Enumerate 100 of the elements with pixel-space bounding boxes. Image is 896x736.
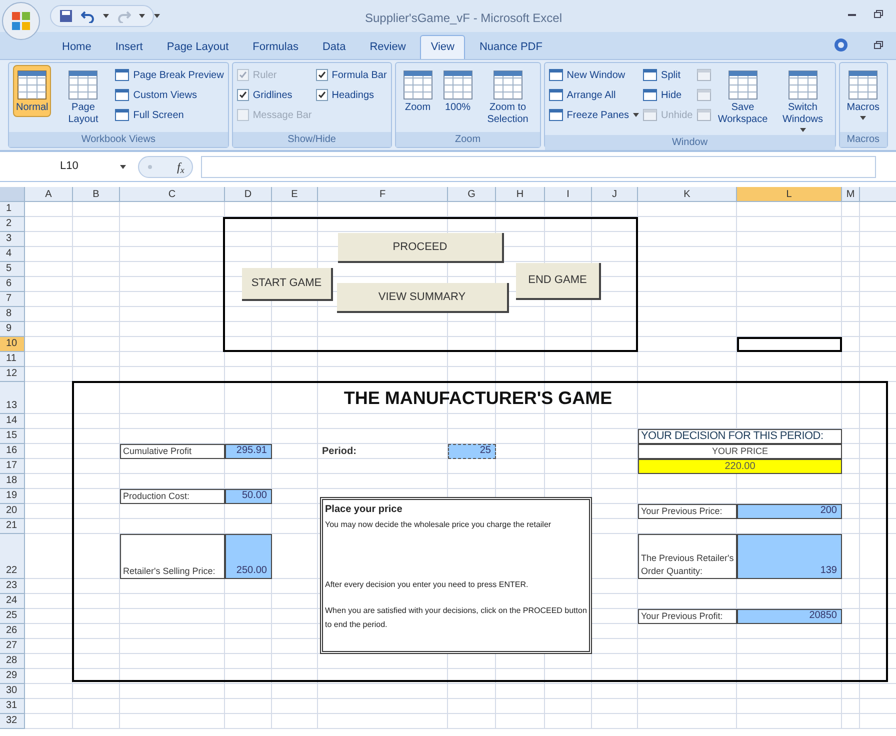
- ribbon-button[interactable]: Hide: [643, 85, 693, 105]
- ribbon-tab[interactable]: Insert: [105, 35, 153, 59]
- column-header[interactable]: C: [120, 187, 225, 202]
- row-header[interactable]: 17: [0, 459, 25, 474]
- row-header[interactable]: 13: [0, 382, 25, 414]
- row-header[interactable]: 16: [0, 444, 25, 459]
- row-header[interactable]: 26: [0, 624, 25, 639]
- ribbon-button[interactable]: Save Workspace: [714, 65, 771, 129]
- row-header[interactable]: 21: [0, 519, 25, 534]
- row-header[interactable]: 18: [0, 474, 25, 489]
- insert-function-button[interactable]: f$_{x}$: [177, 158, 184, 176]
- cell-value: 50.00: [225, 489, 272, 504]
- ribbon-checkbox[interactable]: Headings: [316, 85, 387, 105]
- column-header[interactable]: K: [638, 187, 737, 202]
- undo-icon[interactable]: [81, 9, 95, 23]
- column-header[interactable]: D: [225, 187, 272, 202]
- sheet-heading: YOUR DECISION FOR THIS PERIOD:: [638, 429, 842, 444]
- column-header[interactable]: I: [545, 187, 592, 202]
- ribbon-button[interactable]: Switch Windows: [774, 65, 831, 135]
- group-label: Window: [544, 135, 835, 150]
- header-strip: [860, 187, 896, 202]
- row-header[interactable]: 24: [0, 594, 25, 609]
- ribbon-tab[interactable]: Review: [360, 35, 416, 59]
- ribbon-button[interactable]: Page Layout: [55, 65, 112, 129]
- ribbon-checkbox[interactable]: Formula Bar: [316, 65, 387, 85]
- column-header[interactable]: J: [592, 187, 638, 202]
- row-header[interactable]: 14: [0, 414, 25, 429]
- column-header[interactable]: F: [318, 187, 448, 202]
- ribbon-button[interactable]: Zoom to Selection: [480, 65, 536, 129]
- row-header[interactable]: 20: [0, 504, 25, 519]
- row-header[interactable]: 3: [0, 232, 25, 247]
- ribbon-tab[interactable]: Page Layout: [156, 35, 239, 59]
- column-header[interactable]: H: [496, 187, 545, 202]
- game-button[interactable]: END GAME: [516, 263, 601, 300]
- ribbon-tab[interactable]: Formulas: [242, 35, 308, 59]
- column-header[interactable]: B: [73, 187, 120, 202]
- row-header[interactable]: 12: [0, 367, 25, 382]
- restore-icon[interactable]: [874, 41, 883, 49]
- cell-label: Period:: [321, 445, 358, 459]
- ribbon-button[interactable]: 100%: [440, 65, 476, 117]
- sheet-icon: [68, 70, 98, 100]
- ribbon-button[interactable]: Macros: [844, 65, 883, 123]
- ribbon-button[interactable]: Split: [643, 65, 693, 85]
- ribbon-button[interactable]: Full Screen: [115, 105, 224, 125]
- help-icon[interactable]: [834, 38, 848, 52]
- cell-value: 295.91: [225, 444, 272, 459]
- row-header[interactable]: 4: [0, 247, 25, 262]
- group-label: Show/Hide: [232, 132, 391, 147]
- row-header[interactable]: 11: [0, 352, 25, 367]
- cell-value: 200: [737, 504, 842, 519]
- row-header[interactable]: 15: [0, 429, 25, 444]
- sheet-icon: [17, 70, 48, 100]
- cell-value: 139: [737, 534, 842, 579]
- formula-input[interactable]: [201, 156, 876, 178]
- ribbon-tab[interactable]: Home: [52, 35, 102, 59]
- row-header[interactable]: 8: [0, 307, 25, 322]
- ribbon-button[interactable]: Custom Views: [115, 85, 224, 105]
- save-icon[interactable]: [59, 9, 73, 23]
- column-header[interactable]: L: [737, 187, 842, 202]
- ribbon-tab[interactable]: View: [420, 35, 466, 59]
- row-header[interactable]: 6: [0, 277, 25, 292]
- row-header[interactable]: 29: [0, 669, 25, 684]
- ribbon-checkbox[interactable]: Gridlines: [236, 85, 312, 105]
- ribbon-button[interactable]: Normal: [13, 65, 52, 117]
- game-button[interactable]: START GAME: [242, 268, 333, 301]
- column-header[interactable]: A: [25, 187, 73, 202]
- row-header[interactable]: 32: [0, 714, 25, 729]
- window-icon: [643, 89, 658, 101]
- ribbon-button[interactable]: Arrange All: [548, 85, 640, 105]
- row-header[interactable]: 28: [0, 654, 25, 669]
- minimize-icon[interactable]: [848, 14, 856, 18]
- row-header[interactable]: 25: [0, 609, 25, 624]
- row-header[interactable]: 23: [0, 579, 25, 594]
- row-header[interactable]: 9: [0, 322, 25, 337]
- row-header[interactable]: 2: [0, 217, 25, 232]
- row-header[interactable]: 31: [0, 699, 25, 714]
- ribbon-tab[interactable]: Data: [312, 35, 356, 59]
- restore-icon[interactable]: [874, 10, 883, 18]
- ribbon-button[interactable]: Zoom: [400, 65, 436, 117]
- office-button[interactable]: [2, 2, 40, 40]
- ribbon-button[interactable]: New Window: [548, 65, 640, 85]
- row-header[interactable]: 30: [0, 684, 25, 699]
- ribbon-tab[interactable]: Nuance PDF: [469, 35, 552, 59]
- row-header[interactable]: 27: [0, 639, 25, 654]
- row-header[interactable]: 22: [0, 534, 25, 579]
- redo-caret-icon: [139, 14, 145, 18]
- row-header[interactable]: 19: [0, 489, 25, 504]
- column-header[interactable]: E: [272, 187, 318, 202]
- row-header[interactable]: 1: [0, 202, 25, 217]
- column-header[interactable]: M: [842, 187, 860, 202]
- redo-icon[interactable]: [117, 9, 131, 23]
- game-button[interactable]: PROCEED: [338, 233, 504, 263]
- row-header[interactable]: 10: [0, 337, 25, 352]
- ribbon-button[interactable]: Freeze Panes: [548, 105, 640, 125]
- row-header[interactable]: 5: [0, 262, 25, 277]
- ribbon-button[interactable]: Page Break Preview: [115, 65, 224, 85]
- name-box[interactable]: L10: [20, 156, 130, 176]
- row-header[interactable]: 7: [0, 292, 25, 307]
- column-header[interactable]: G: [448, 187, 496, 202]
- game-button[interactable]: VIEW SUMMARY: [337, 283, 509, 313]
